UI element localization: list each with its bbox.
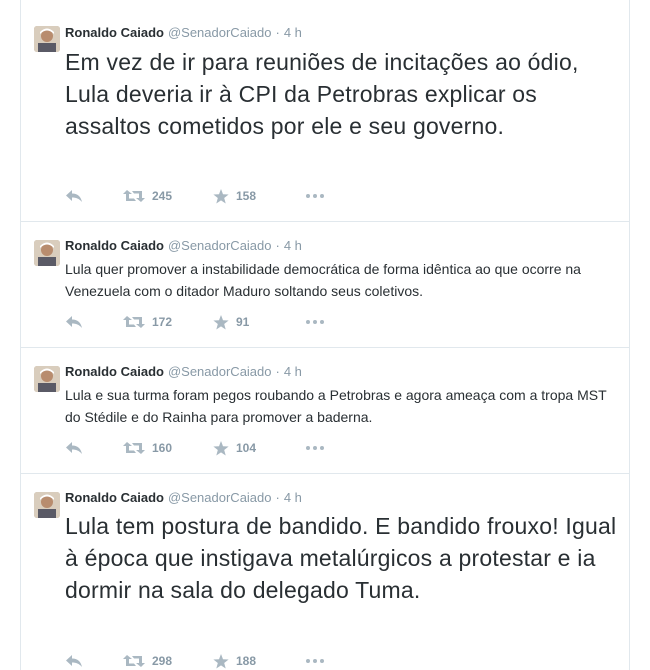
- tweet[interactable]: Ronaldo Caiado @SenadorCaiado · 4 h Lula te…: [21, 474, 629, 670]
- tweet-actions: 172 91: [65, 313, 325, 331]
- favorite-button[interactable]: 91: [213, 314, 305, 330]
- author-handle[interactable]: @SenadorCaiado: [168, 364, 272, 379]
- tweet-text: Lula quer promover a instabilidade democ…: [65, 261, 581, 299]
- retweet-icon: [123, 315, 145, 329]
- author-name[interactable]: Ronaldo Caiado: [65, 25, 164, 40]
- retweet-button[interactable]: 172: [123, 315, 213, 329]
- retweet-icon: [123, 189, 145, 203]
- retweet-count: 160: [152, 441, 173, 455]
- favorite-button[interactable]: 158: [213, 188, 305, 204]
- star-icon: [213, 440, 229, 456]
- favorite-button[interactable]: 104: [213, 440, 305, 456]
- retweet-icon: [123, 654, 145, 668]
- timeline: Ronaldo Caiado @SenadorCaiado · 4 h Em vez …: [20, 0, 630, 670]
- tweet-header: Ronaldo Caiado @SenadorCaiado · 4 h: [65, 24, 302, 42]
- favorite-count: 188: [236, 654, 257, 668]
- reply-icon: [65, 189, 83, 203]
- reply-button[interactable]: [65, 189, 123, 203]
- author-name[interactable]: Ronaldo Caiado: [65, 238, 164, 253]
- tweet-actions: 298 188: [65, 652, 325, 670]
- retweet-count: 245: [152, 189, 173, 203]
- author-handle[interactable]: @SenadorCaiado: [168, 25, 272, 40]
- retweet-button[interactable]: 298: [123, 654, 213, 668]
- tweet[interactable]: Ronaldo Caiado @SenadorCaiado · 4 h Em vez …: [21, 0, 629, 222]
- more-icon: [305, 445, 325, 451]
- tweet[interactable]: Ronaldo Caiado @SenadorCaiado · 4 h Lula qu…: [21, 222, 629, 348]
- author-name[interactable]: Ronaldo Caiado: [65, 364, 164, 379]
- more-button[interactable]: [305, 658, 325, 664]
- avatar[interactable]: [34, 366, 60, 392]
- tweet-actions: 245 158: [65, 187, 325, 205]
- separator: ·: [275, 25, 280, 40]
- tweet[interactable]: Ronaldo Caiado @SenadorCaiado · 4 h Lula e …: [21, 348, 629, 474]
- favorite-count: 91: [236, 315, 250, 329]
- more-button[interactable]: [305, 445, 325, 451]
- favorite-count: 104: [236, 441, 257, 455]
- avatar[interactable]: [34, 492, 60, 518]
- reply-button[interactable]: [65, 315, 123, 329]
- tweet-header: Ronaldo Caiado @SenadorCaiado · 4 h: [65, 237, 302, 255]
- tweet-text: Lula tem postura de bandido. E bandido f…: [65, 513, 617, 603]
- tweet-header: Ronaldo Caiado @SenadorCaiado · 4 h: [65, 489, 302, 507]
- favorite-count: 158: [236, 189, 257, 203]
- retweet-icon: [123, 441, 145, 455]
- retweet-button[interactable]: 245: [123, 189, 213, 203]
- timestamp[interactable]: 4 h: [284, 364, 302, 379]
- tweet-text: Em vez de ir para reuniões de incitações…: [65, 49, 579, 139]
- tweet-text: Lula e sua turma foram pegos roubando a …: [65, 387, 607, 425]
- avatar[interactable]: [34, 240, 60, 266]
- timestamp[interactable]: 4 h: [284, 25, 302, 40]
- more-icon: [305, 193, 325, 199]
- retweet-count: 298: [152, 654, 173, 668]
- retweet-count: 172: [152, 315, 173, 329]
- timestamp[interactable]: 4 h: [284, 238, 302, 253]
- author-handle[interactable]: @SenadorCaiado: [168, 490, 272, 505]
- reply-button[interactable]: [65, 441, 123, 455]
- reply-icon: [65, 315, 83, 329]
- tweet-header: Ronaldo Caiado @SenadorCaiado · 4 h: [65, 363, 302, 381]
- author-name[interactable]: Ronaldo Caiado: [65, 490, 164, 505]
- avatar[interactable]: [34, 26, 60, 52]
- more-icon: [305, 658, 325, 664]
- reply-icon: [65, 654, 83, 668]
- timestamp[interactable]: 4 h: [284, 490, 302, 505]
- tweet-actions: 160 104: [65, 439, 325, 457]
- retweet-button[interactable]: 160: [123, 441, 213, 455]
- separator: ·: [275, 364, 280, 379]
- separator: ·: [275, 490, 280, 505]
- more-button[interactable]: [305, 193, 325, 199]
- star-icon: [213, 653, 229, 669]
- more-button[interactable]: [305, 319, 325, 325]
- reply-button[interactable]: [65, 654, 123, 668]
- reply-icon: [65, 441, 83, 455]
- author-handle[interactable]: @SenadorCaiado: [168, 238, 272, 253]
- separator: ·: [275, 238, 280, 253]
- star-icon: [213, 188, 229, 204]
- star-icon: [213, 314, 229, 330]
- favorite-button[interactable]: 188: [213, 653, 305, 669]
- more-icon: [305, 319, 325, 325]
